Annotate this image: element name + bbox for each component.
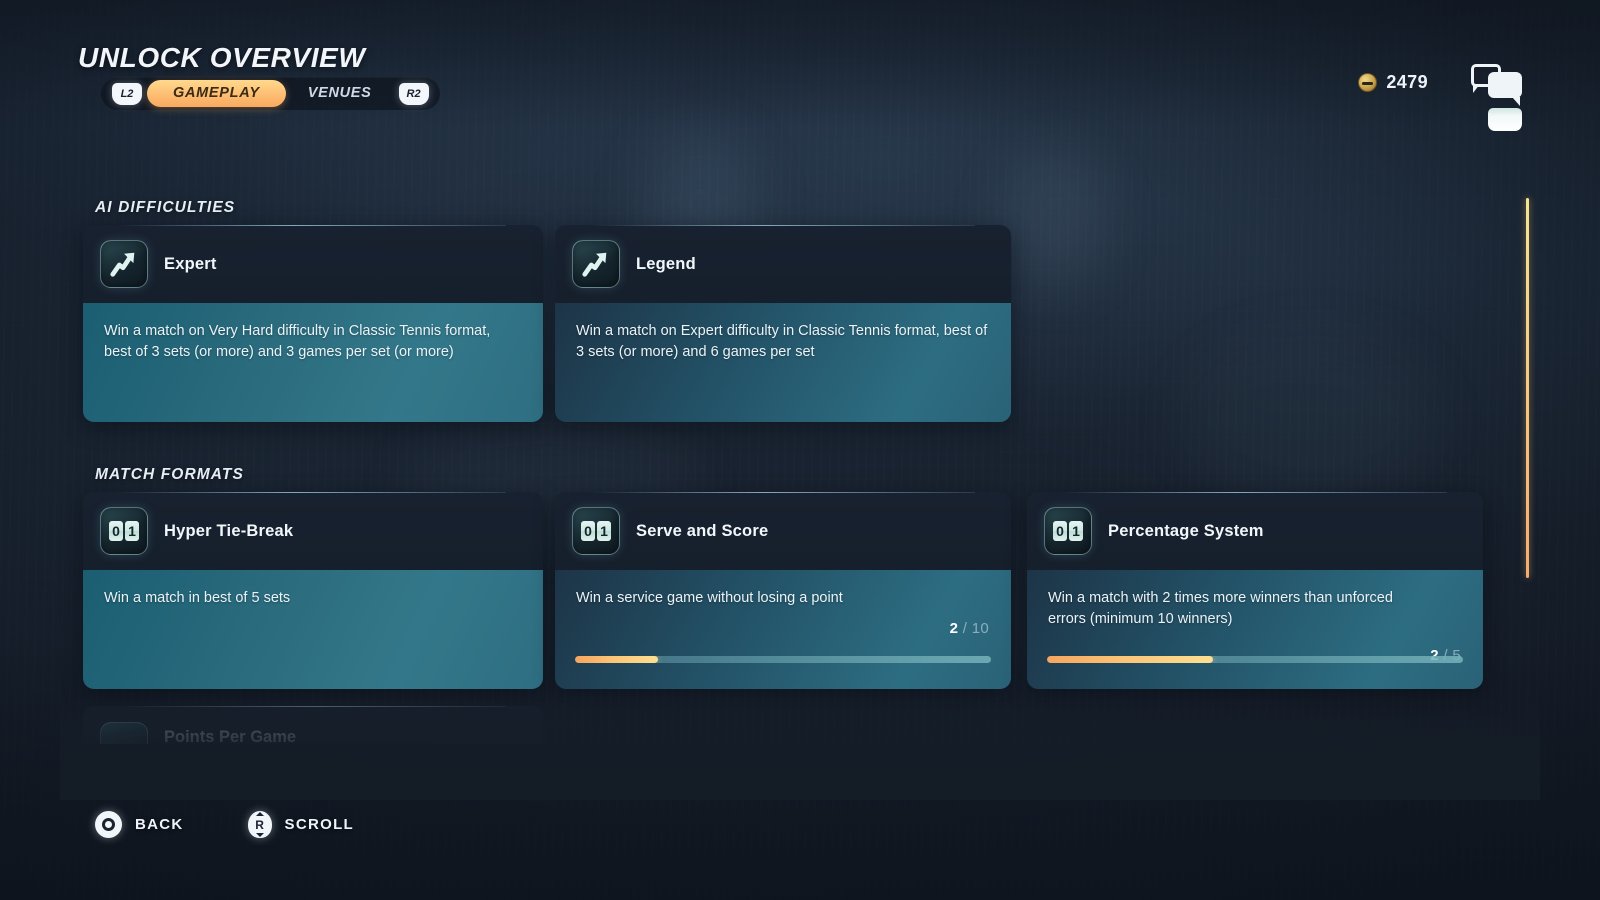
footer-hints: BACK R SCROLL [95, 811, 354, 838]
card-body: Win a match with 2 times more winners th… [1027, 570, 1483, 689]
scoreboard-left-digit: 0 [109, 521, 123, 541]
card-header: Expert [83, 225, 543, 303]
unlock-card-expert[interactable]: Expert Win a match on Very Hard difficul… [83, 225, 543, 422]
hint-back[interactable]: BACK [95, 811, 184, 838]
unlock-card-serve-and-score[interactable]: 0 1 Serve and Score Win a service game w… [555, 492, 1011, 689]
card-header: 0 1 Serve and Score [555, 492, 1011, 570]
card-body: Win a match on Very Hard difficulty in C… [83, 303, 543, 422]
hint-label-back: BACK [135, 816, 184, 833]
card-description: Win a service game without losing a poin… [576, 590, 843, 606]
trending-up-arrow-glyph [582, 252, 607, 277]
right-stick-icon: R [247, 811, 272, 838]
card-title: Legend [636, 254, 696, 273]
progress-counter: 2 / 10 [950, 620, 989, 637]
card-header: 0 1 Hyper Tie-Break [83, 492, 543, 570]
scoreboard-left-digit: 0 [581, 521, 595, 541]
progress-bar [1047, 656, 1463, 663]
card-body: Win a match on Expert difficulty in Clas… [555, 303, 1011, 422]
card-title: Hyper Tie-Break [164, 521, 294, 540]
card-title: Points Per Game [164, 728, 297, 744]
progress-separator: / [962, 620, 968, 637]
unlock-card-clipped[interactable]: Points Per Game [83, 706, 543, 744]
progress-bar-fill [1047, 656, 1214, 663]
trending-up-arrow-icon [572, 240, 620, 288]
unlock-card-hyper-tie-break[interactable]: 0 1 Hyper Tie-Break Win a match in best … [83, 492, 543, 689]
card-title: Percentage System [1108, 521, 1264, 540]
card-body: Win a match in best of 5 sets [83, 570, 543, 689]
trending-up-arrow-glyph [110, 252, 135, 277]
card-description: Win a match with 2 times more winners th… [1048, 590, 1393, 628]
hint-label-scroll: SCROLL [284, 816, 354, 833]
card-description: Win a match on Very Hard difficulty in C… [104, 323, 491, 361]
card-header: 0 1 Percentage System [1027, 492, 1483, 570]
scoreboard-01-icon [100, 722, 148, 744]
unlock-card-percentage-system[interactable]: 0 1 Percentage System Win a match with 2… [1027, 492, 1483, 689]
scoreboard-left-digit: 0 [1053, 521, 1067, 541]
scoreboard-01-icon: 0 1 [572, 507, 620, 555]
card-description: Win a match on Expert difficulty in Clas… [576, 323, 988, 361]
trending-up-arrow-icon [100, 240, 148, 288]
unlock-list: AI DIFFICULTIES Expert Win a match on Ve… [0, 0, 1600, 900]
hint-scroll[interactable]: R SCROLL [247, 811, 354, 838]
card-body: Win a service game without losing a poin… [555, 570, 1011, 689]
progress-bar-fill [575, 656, 659, 663]
card-description: Win a match in best of 5 sets [104, 590, 291, 606]
circle-button-icon [95, 811, 122, 838]
scoreboard-01-icon: 0 1 [100, 507, 148, 555]
card-title: Expert [164, 254, 217, 273]
scoreboard-right-digit: 1 [125, 521, 139, 541]
progress-total: 10 [971, 620, 989, 637]
progress-bar [575, 656, 991, 663]
scoreboard-right-digit: 1 [1069, 521, 1083, 541]
section-title-match-formats: MATCH FORMATS [95, 466, 244, 483]
progress-current: 2 [949, 620, 959, 637]
unlock-card-legend[interactable]: Legend Win a match on Expert difficulty … [555, 225, 1011, 422]
scoreboard-right-digit: 1 [597, 521, 611, 541]
section-title-ai-difficulties: AI DIFFICULTIES [95, 199, 236, 216]
scrollbar-thumb[interactable] [1526, 198, 1529, 578]
scoreboard-01-icon: 0 1 [1044, 507, 1092, 555]
card-title: Serve and Score [636, 521, 769, 540]
card-header: Legend [555, 225, 1011, 303]
scrollbar[interactable] [1526, 198, 1529, 578]
